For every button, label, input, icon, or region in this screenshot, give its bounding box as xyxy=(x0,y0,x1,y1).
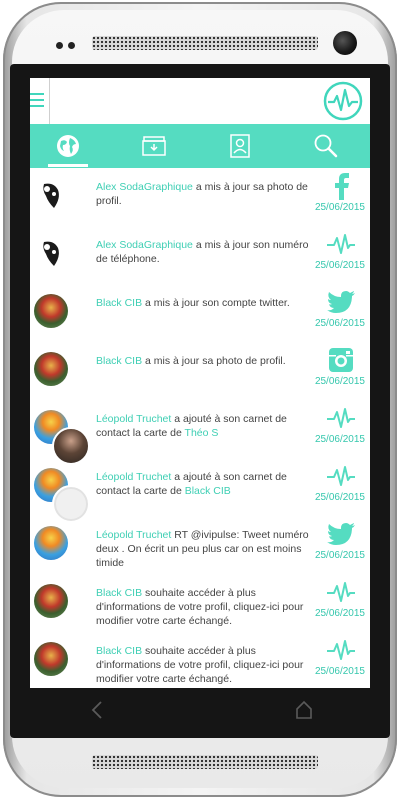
search-icon xyxy=(314,134,338,158)
hamburger-menu-icon[interactable] xyxy=(30,89,44,111)
feed-item[interactable]: Black CIB a mis à jour son compte twitte… xyxy=(30,284,370,342)
feed-text: Léopold Truchet RT @ivipulse: Tweet numé… xyxy=(96,528,310,570)
feed-item[interactable]: Black CIB souhaite accéder à plus d'info… xyxy=(30,574,370,632)
feed-author[interactable]: Léopold Truchet xyxy=(96,529,171,541)
tab-bar xyxy=(30,124,370,168)
feed-item[interactable]: Alex SodaGraphique a mis à jour sa photo… xyxy=(30,168,370,226)
feed-author[interactable]: Alex SodaGraphique xyxy=(96,239,193,251)
avatar xyxy=(34,352,68,386)
feed-author[interactable]: Alex SodaGraphique xyxy=(96,181,193,193)
avatar xyxy=(34,584,68,618)
feed-contact-link[interactable]: Théo S xyxy=(185,427,219,439)
feed-author[interactable]: Léopold Truchet xyxy=(96,413,171,425)
feed-item[interactable]: Léopold Truchet RT @ivipulse: Tweet numé… xyxy=(30,516,370,574)
feed-text: Alex SodaGraphique a mis à jour son numé… xyxy=(96,238,310,266)
feed-author[interactable]: Léopold Truchet xyxy=(96,471,171,483)
tab-search[interactable] xyxy=(296,124,356,168)
feed-item[interactable]: Léopold Truchet a ajouté à son carnet de… xyxy=(30,400,370,465)
feed-date: 25/06/2015 xyxy=(314,202,365,213)
feed-date: 25/06/2015 xyxy=(314,492,365,503)
pulse-icon xyxy=(325,635,357,665)
inbox-icon xyxy=(142,136,166,156)
avatar xyxy=(34,294,68,328)
app-header xyxy=(30,78,370,125)
avatar xyxy=(34,178,68,212)
bottom-speaker xyxy=(92,755,318,769)
feed-item[interactable]: Alex SodaGraphique a mis à jour son numé… xyxy=(30,226,370,284)
feed-item[interactable]: Black CIB a mis à jour sa photo de profi… xyxy=(30,342,370,400)
feed-item[interactable]: Léopold Truchet a ajouté à son carnet de… xyxy=(30,458,370,523)
header-divider xyxy=(49,78,50,124)
globe-icon xyxy=(57,135,79,157)
feed-message: a mis à jour son compte twitter. xyxy=(142,297,290,309)
app-screen: Alex SodaGraphique a mis à jour sa photo… xyxy=(30,78,370,688)
home-button-icon[interactable] xyxy=(295,700,313,720)
tab-contacts[interactable] xyxy=(210,124,270,168)
feed-message: a mis à jour sa photo de profil. xyxy=(142,355,286,367)
feed-author[interactable]: Black CIB xyxy=(96,645,142,657)
feed-author[interactable]: Black CIB xyxy=(96,355,142,367)
tab-inbox[interactable] xyxy=(124,124,184,168)
feed-author[interactable]: Black CIB xyxy=(96,297,142,309)
avatar xyxy=(34,236,68,270)
feed-text: Black CIB souhaite accéder à plus d'info… xyxy=(96,644,310,686)
front-camera xyxy=(333,31,357,55)
feed-text: Black CIB a mis à jour son compte twitte… xyxy=(96,296,310,310)
avatar xyxy=(34,526,68,560)
feed-item[interactable]: Black CIB souhaite accéder à plus d'info… xyxy=(30,632,370,688)
feed-text: Black CIB a mis à jour sa photo de profi… xyxy=(96,354,310,368)
feed-text: Alex SodaGraphique a mis à jour sa photo… xyxy=(96,180,310,208)
sensor-dot xyxy=(68,42,75,49)
back-button-icon[interactable] xyxy=(90,700,104,720)
feed-date: 25/06/2015 xyxy=(314,318,365,329)
feed-author[interactable]: Black CIB xyxy=(96,587,142,599)
instagram-icon xyxy=(325,345,357,375)
feed-text: Léopold Truchet a ajouté à son carnet de… xyxy=(96,412,310,440)
feed-contact-link[interactable]: Black CIB xyxy=(185,485,231,497)
feed-date: 25/06/2015 xyxy=(314,434,365,445)
facebook-icon xyxy=(325,171,357,201)
twitter-icon xyxy=(325,519,357,549)
sensor-dot xyxy=(56,42,63,49)
avatar xyxy=(34,642,68,676)
tab-globe[interactable] xyxy=(38,124,98,168)
contact-card-icon xyxy=(230,134,250,158)
earpiece-speaker xyxy=(92,36,318,50)
twitter-icon xyxy=(325,287,357,317)
feed-date: 25/06/2015 xyxy=(314,608,365,619)
pulse-logo-icon[interactable] xyxy=(323,81,363,121)
feed-date: 25/06/2015 xyxy=(314,550,365,561)
pulse-icon xyxy=(325,461,357,491)
feed-text: Léopold Truchet a ajouté à son carnet de… xyxy=(96,470,310,498)
pulse-icon xyxy=(325,229,357,259)
pulse-icon xyxy=(325,577,357,607)
feed-text: Black CIB souhaite accéder à plus d'info… xyxy=(96,586,310,628)
feed-date: 25/06/2015 xyxy=(314,376,365,387)
feed-date: 25/06/2015 xyxy=(314,260,365,271)
feed-date: 25/06/2015 xyxy=(314,666,365,677)
pulse-icon xyxy=(325,403,357,433)
